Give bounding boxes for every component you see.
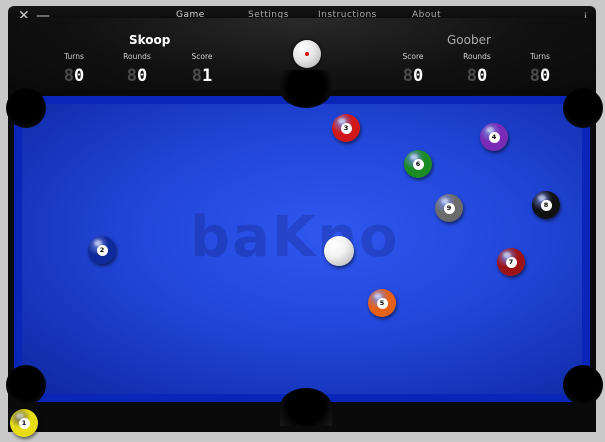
ball-3[interactable]: 3 bbox=[332, 114, 360, 142]
watermark-logo: baKno bbox=[190, 205, 400, 270]
ball-2-number: 2 bbox=[96, 244, 108, 256]
player1-rounds-display: 80 bbox=[126, 66, 148, 86]
player1-score-display: 81 bbox=[191, 66, 213, 86]
pocket-bottom-right bbox=[563, 365, 603, 405]
pocket-top-right bbox=[563, 88, 603, 128]
pocket-top-middle bbox=[280, 70, 332, 108]
ball-7[interactable]: 7 bbox=[497, 248, 525, 276]
ball-8-number: 8 bbox=[540, 199, 552, 211]
pool-game-window: ✕ — Game Settings Instructions About i S… bbox=[0, 0, 605, 442]
ball-6-number: 6 bbox=[412, 158, 424, 170]
ball-9-number: 9 bbox=[443, 202, 455, 214]
player2-score-display: 80 bbox=[402, 66, 424, 86]
player1-rounds-label: Rounds bbox=[123, 52, 151, 61]
cue-spin-indicator[interactable] bbox=[293, 40, 321, 68]
ball-7-number: 7 bbox=[505, 256, 517, 268]
ball-5[interactable]: 5 bbox=[368, 289, 396, 317]
ball-1-number: 1 bbox=[18, 417, 30, 429]
player2-turns-display: 80 bbox=[529, 66, 551, 86]
player1-name: Skoop bbox=[129, 33, 171, 47]
pocket-top-left bbox=[6, 88, 46, 128]
pocket-bottom-left bbox=[6, 365, 46, 405]
player2-rounds-display: 80 bbox=[466, 66, 488, 86]
spin-point-icon bbox=[305, 52, 309, 56]
player2-name: Goober bbox=[447, 33, 491, 47]
player2-rounds-label: Rounds bbox=[463, 52, 491, 61]
ball-8[interactable]: 8 bbox=[532, 191, 560, 219]
ball-4-number: 4 bbox=[488, 131, 500, 143]
ball-2[interactable]: 2 bbox=[88, 236, 116, 264]
ball-3-number: 3 bbox=[340, 122, 352, 134]
ball-9[interactable]: 9 bbox=[435, 194, 463, 222]
player2-score-label: Score bbox=[402, 52, 424, 61]
player2-turns-label: Turns bbox=[530, 52, 550, 61]
player1-score-label: Score bbox=[191, 52, 213, 61]
pocketed-ball-1: 1 bbox=[10, 409, 38, 437]
ball-6[interactable]: 6 bbox=[404, 150, 432, 178]
cue-ball[interactable] bbox=[324, 236, 354, 266]
pocket-bottom-middle bbox=[280, 388, 332, 426]
ball-4[interactable]: 4 bbox=[480, 123, 508, 151]
player1-turns-label: Turns bbox=[64, 52, 84, 61]
ball-5-number: 5 bbox=[376, 297, 388, 309]
player1-turns-display: 80 bbox=[63, 66, 85, 86]
